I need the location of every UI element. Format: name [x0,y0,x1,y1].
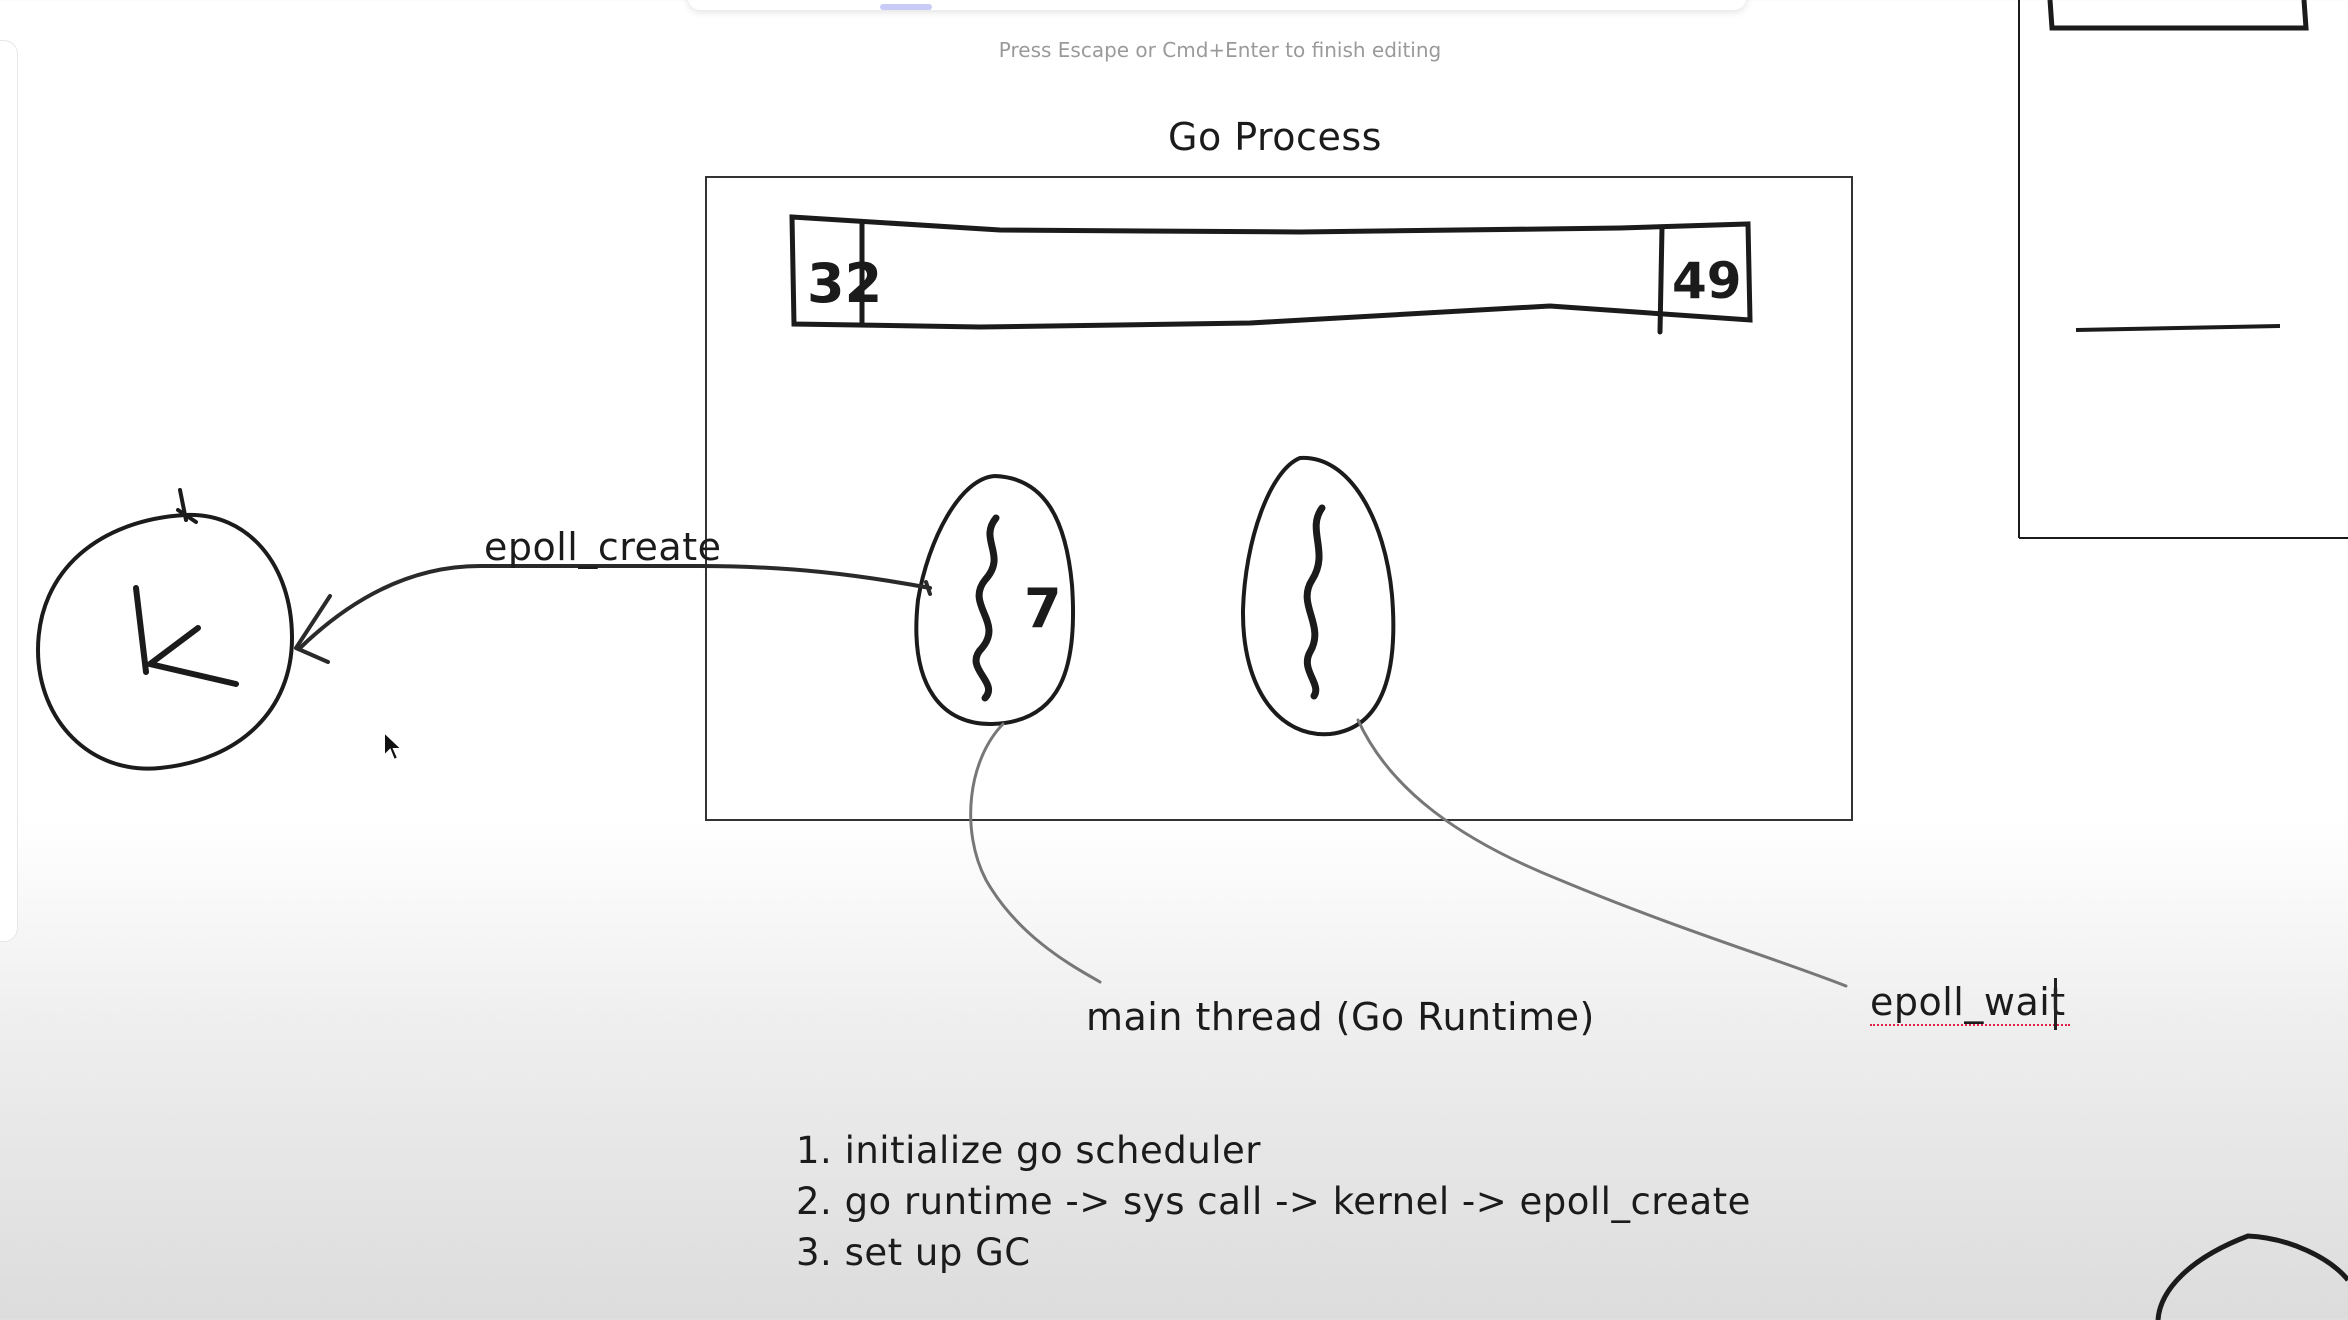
offscreen-frame[interactable] [2018,0,2348,539]
kernel-circle[interactable] [35,488,295,771]
step-item: 2. go runtime -> sys call -> kernel -> e… [796,1180,1751,1223]
steps-list[interactable]: 1. initialize go scheduler 2. go runtime… [796,1125,1751,1278]
diagram-title[interactable]: Go Process [1168,115,1382,159]
main-thread-annotation[interactable]: main thread (Go Runtime) [1086,995,1595,1039]
text-caret [2054,978,2057,1030]
epoll-create-arrow[interactable] [294,564,932,664]
step-item: 1. initialize go scheduler [796,1129,1261,1172]
heap-left-label: 32 [807,252,882,315]
epoll-create-label[interactable]: epoll_create [484,525,722,569]
mouse-pointer-icon [383,730,404,762]
kernel-k-glyph [133,585,239,687]
poller-thread-shape[interactable] [1240,455,1396,737]
thread-label: 7 [1024,577,1062,640]
whiteboard-canvas[interactable]: 32 49 7 [0,0,2348,1320]
epoll-wait-connector[interactable] [1356,718,1848,988]
heap-right-label: 49 [1672,252,1742,310]
heap-bar[interactable] [789,214,1753,335]
epoll-wait-annotation[interactable]: epoll_wait [1870,980,2070,1026]
main-thread-connector[interactable] [969,722,1102,984]
step-item: 3. set up GC [796,1231,1031,1274]
offscreen-shape[interactable] [2155,1233,2348,1320]
